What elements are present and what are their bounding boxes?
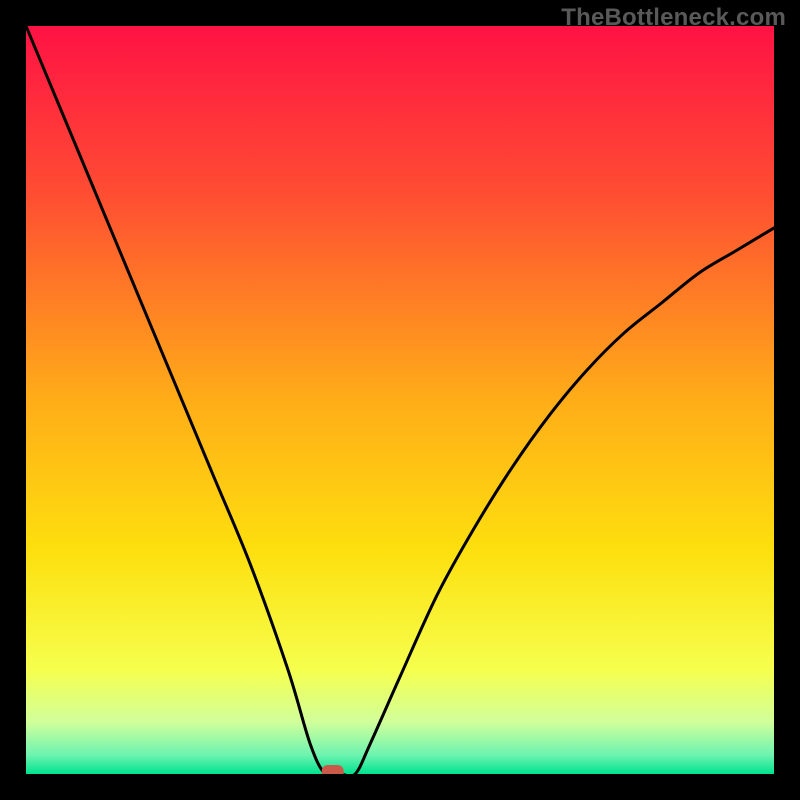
watermark-text: TheBottleneck.com — [561, 4, 786, 32]
chart-frame: TheBottleneck.com — [0, 0, 800, 800]
optimal-point-marker — [322, 765, 344, 774]
chart-svg — [26, 26, 774, 774]
gradient-background — [26, 26, 774, 774]
plot-area — [26, 26, 774, 774]
